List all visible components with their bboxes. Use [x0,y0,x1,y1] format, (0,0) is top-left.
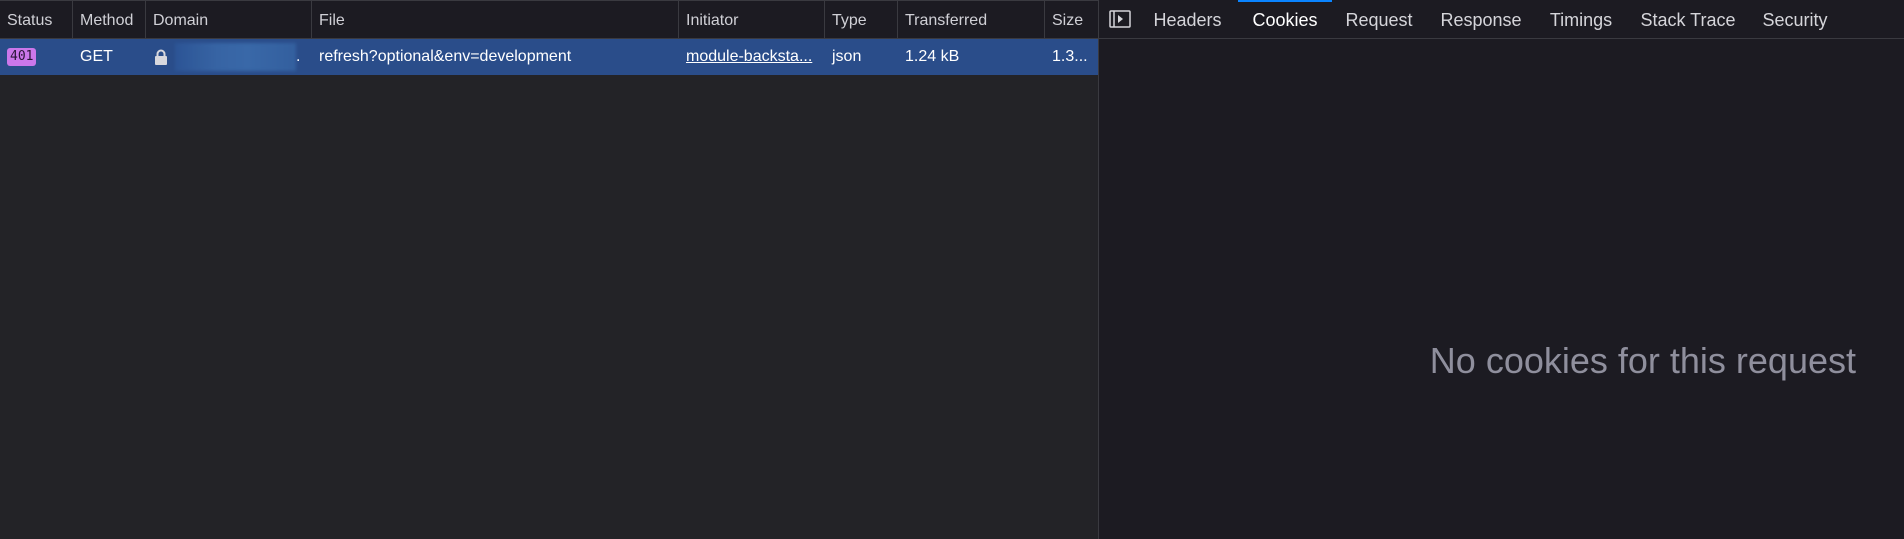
column-header-method[interactable]: Method [73,1,146,39]
tab-timings[interactable]: Timings [1536,0,1626,38]
tab-stack-trace[interactable]: Stack Trace [1626,0,1750,38]
tab-cookies[interactable]: Cookies [1238,0,1332,38]
request-list-pane: Status Method Domain File Initiator Type… [0,0,1099,539]
size-cell: 1.3... [1052,48,1088,65]
type-cell: json [832,48,862,65]
tab-headers[interactable]: Headers [1137,0,1238,38]
column-header-status[interactable]: Status [0,1,73,39]
initiator-cell: module-backsta... [679,39,825,75]
column-header-domain[interactable]: Domain [146,1,312,39]
details-tab-bar: Headers Cookies Request Response Timings… [1099,0,1904,39]
file-cell: refresh?optional&env=development [319,48,572,65]
column-header-type[interactable]: Type [825,1,898,39]
method-cell: GET [80,48,113,65]
tab-response[interactable]: Response [1426,0,1536,38]
tab-request[interactable]: Request [1332,0,1426,38]
domain-suffix: . [296,48,301,65]
table-header: Status Method Domain File Initiator Type… [0,0,1098,39]
request-details-pane: Headers Cookies Request Response Timings… [1099,0,1904,539]
domain-cell: . [146,39,312,75]
lock-icon [155,49,167,65]
column-header-initiator[interactable]: Initiator [679,1,825,39]
initiator-link[interactable]: module-backsta... [686,48,812,65]
empty-cookies-message: No cookies for this request [1429,340,1856,381]
status-cell: 401 [0,39,73,75]
table-row[interactable]: 401 GET . refresh?optional&env=developme… [0,39,1098,75]
column-header-file[interactable]: File [312,1,679,39]
toggle-sidebar-icon[interactable] [1109,10,1131,28]
network-monitor: Status Method Domain File Initiator Type… [0,0,1904,539]
tab-security[interactable]: Security [1750,0,1840,38]
redacted-domain [175,43,296,71]
column-header-transferred[interactable]: Transferred [898,1,1045,39]
transferred-cell: 1.24 kB [905,48,960,65]
status-badge: 401 [7,48,37,66]
column-header-size[interactable]: Size [1045,1,1098,39]
